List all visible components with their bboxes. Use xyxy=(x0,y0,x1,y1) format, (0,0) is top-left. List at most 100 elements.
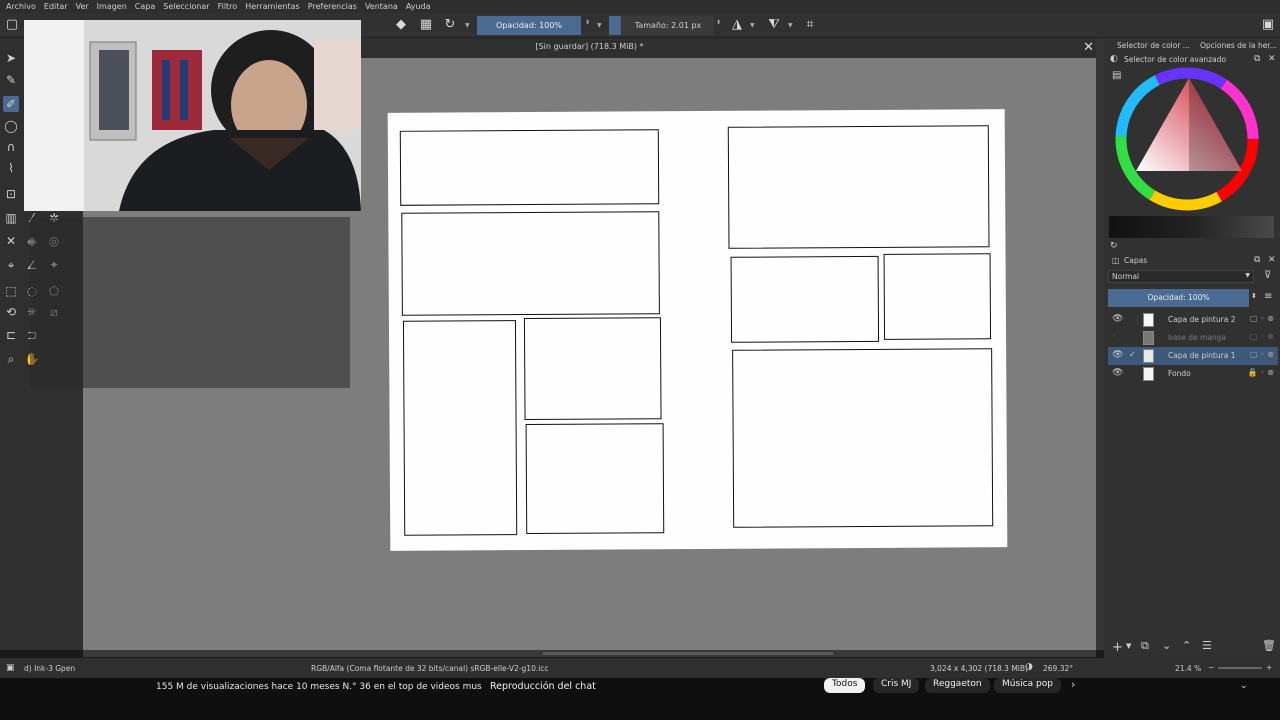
zoom-out-icon[interactable]: − xyxy=(1208,663,1214,672)
rect-select-icon[interactable]: ⬚ xyxy=(3,283,19,299)
chip-musica-pop[interactable]: Música pop xyxy=(994,678,1061,693)
float-icon[interactable]: ⧉ xyxy=(1254,255,1260,265)
freehand-brush-icon[interactable]: ✐ xyxy=(3,96,19,112)
mirror-vertical-icon[interactable]: ⧨ xyxy=(766,17,782,33)
size-slider[interactable]: Tamaño: 2.01 px xyxy=(622,16,714,35)
chevron-right-icon[interactable]: › xyxy=(1071,678,1075,691)
menu-herramientas[interactable]: Herramientas xyxy=(245,2,300,11)
pattern-tool-icon[interactable]: ✕ xyxy=(3,233,19,249)
lock-icon[interactable]: 🔒 ◦ ⊗ xyxy=(1248,368,1274,377)
chevron-down-icon[interactable]: ⌄ xyxy=(1240,681,1248,691)
layer-name[interactable]: base de manga xyxy=(1168,333,1226,342)
comic-panel xyxy=(883,253,992,340)
zoom-tool-icon[interactable]: ⌕ xyxy=(3,351,19,367)
zoom-in-icon[interactable]: + xyxy=(1266,663,1272,672)
menu-ayuda[interactable]: Ayuda xyxy=(406,2,431,11)
delete-layer-icon[interactable]: 🗑 xyxy=(1262,639,1276,652)
zoom-slider[interactable] xyxy=(1218,667,1262,669)
menu-archivo[interactable]: Archivo xyxy=(6,2,36,11)
color-history-strip[interactable] xyxy=(1109,216,1274,238)
duplicate-layer-icon[interactable]: ⧉ xyxy=(1141,639,1149,653)
blend-mode-select[interactable]: Normal ▼ xyxy=(1108,270,1254,283)
chip-reggaeton[interactable]: Reggaeton xyxy=(925,678,990,693)
chat-replay-button[interactable]: Reproducción del chat xyxy=(490,681,596,692)
move-up-icon[interactable]: ⌃ xyxy=(1182,639,1191,652)
chevron-down-icon[interactable]: ▼ xyxy=(788,22,793,29)
layer-row[interactable]: ◦ base de manga ▢ ◦ ⊗ xyxy=(1108,329,1278,347)
freehand-select-icon[interactable]: ⟲ xyxy=(3,304,19,320)
brush-preset-icon[interactable]: ▣ xyxy=(6,663,15,673)
calligraphy-icon[interactable]: ✎ xyxy=(3,72,19,88)
layer-row[interactable]: 👁 Fondo 🔒 ◦ ⊗ xyxy=(1108,365,1278,383)
move-down-icon[interactable]: ⌄ xyxy=(1162,639,1171,652)
layer-name[interactable]: Capa de pintura 1 xyxy=(1168,351,1235,360)
mirror-horizontal-icon[interactable]: ◮ xyxy=(729,17,745,33)
eye-hidden-icon[interactable]: ◦ xyxy=(1112,332,1117,342)
vertical-scrollbar[interactable] xyxy=(1096,38,1104,650)
layer-row-selected[interactable]: 👁 ✓ Capa de pintura 1 ▢ ◦ ⊗ xyxy=(1108,347,1278,365)
eraser-icon[interactable]: ◆ xyxy=(393,17,409,33)
crop-tool-icon[interactable]: ⊡ xyxy=(3,186,19,202)
gradient-tool-icon[interactable]: ▥ xyxy=(3,210,19,226)
layer-flags-icon[interactable]: ▢ ◦ ⊗ xyxy=(1250,332,1274,341)
menu-ver[interactable]: Ver xyxy=(76,2,89,11)
filter-icon[interactable]: ⊽ xyxy=(1264,270,1271,281)
menu-ventana[interactable]: Ventana xyxy=(365,2,398,11)
layer-row[interactable]: 👁 Capa de pintura 2 ▢ ◦ ⊗ xyxy=(1108,311,1278,329)
menu-imagen[interactable]: Imagen xyxy=(97,2,127,11)
layer-flags-icon[interactable]: ▢ ◦ ⊗ xyxy=(1250,350,1274,359)
menu-filtro[interactable]: Filtro xyxy=(218,2,238,11)
menu-preferencias[interactable]: Preferencias xyxy=(308,2,357,11)
new-document-icon[interactable]: ▢ xyxy=(4,17,20,33)
chip-cris-mj[interactable]: Cris MJ xyxy=(873,678,920,693)
alpha-lock-icon[interactable]: ▦ xyxy=(418,17,434,33)
docker-toggle-icon[interactable]: ▣ xyxy=(1260,17,1276,33)
layer-properties-icon[interactable]: ☰ xyxy=(1202,639,1212,652)
check-icon[interactable]: ✓ xyxy=(1129,350,1136,359)
bezier-select-icon[interactable]: ⊏ xyxy=(3,327,19,343)
float-icon[interactable]: ⧉ xyxy=(1254,54,1260,64)
layer-opacity-slider[interactable]: Opacidad: 100% xyxy=(1108,289,1249,307)
reload-preset-icon[interactable]: ↻ xyxy=(442,17,458,33)
canvas-page[interactable] xyxy=(387,109,1008,551)
close-icon[interactable]: ✕ xyxy=(1268,54,1276,64)
tab-tool-options[interactable]: Opciones de la her... xyxy=(1200,41,1277,50)
color-picker-icon[interactable]: ◐ xyxy=(1110,54,1118,64)
transform-tool-icon[interactable]: ⌖ xyxy=(3,257,19,273)
comic-panel xyxy=(523,317,662,421)
menu-capa[interactable]: Capa xyxy=(135,2,155,11)
layers-title: Capas xyxy=(1124,256,1148,265)
ellipse-tool-icon[interactable]: ◯ xyxy=(3,118,19,134)
close-icon[interactable]: ✕ xyxy=(1268,255,1276,265)
select-shapes-icon[interactable]: ➤ xyxy=(3,50,19,66)
add-layer-icon[interactable]: + xyxy=(1112,640,1123,655)
refresh-icon[interactable]: ↻ xyxy=(1110,241,1118,251)
opacity-slider[interactable]: Opacidad: 100% xyxy=(477,16,581,35)
tab-color-selector[interactable]: Selector de color ... xyxy=(1117,41,1190,50)
layer-name[interactable]: Fondo xyxy=(1168,369,1191,378)
dynamic-brush-icon[interactable]: ⌇ xyxy=(3,160,19,176)
layer-name[interactable]: Capa de pintura 2 xyxy=(1168,315,1235,324)
horizontal-scrollbar[interactable] xyxy=(83,650,1096,657)
eye-icon[interactable]: 👁 xyxy=(1112,368,1123,378)
chevron-down-icon[interactable]: ▼ xyxy=(597,22,602,29)
close-icon[interactable]: ✕ xyxy=(1083,40,1094,55)
menu-icon[interactable]: ≡ xyxy=(1264,291,1272,302)
bezier-tool-icon[interactable]: ∩ xyxy=(3,139,19,155)
eye-icon[interactable]: 👁 xyxy=(1112,314,1123,324)
opacity-stepper-icon[interactable]: ⬍ xyxy=(1251,292,1257,300)
chevron-down-icon[interactable]: ▼ xyxy=(750,22,755,29)
color-wheel[interactable] xyxy=(1114,66,1260,212)
wrap-around-icon[interactable]: ⌗ xyxy=(802,17,818,33)
zoom-value: 21.4 % xyxy=(1175,664,1202,673)
chip-todos[interactable]: Todos xyxy=(824,678,866,693)
menu-editar[interactable]: Editar xyxy=(44,2,68,11)
opacity-stepper-icon[interactable]: ⬍ xyxy=(585,19,590,26)
chevron-down-icon[interactable]: ▼ xyxy=(1126,642,1131,650)
video-views: 155 M de visualizaciones hace 10 meses N… xyxy=(156,682,482,692)
menu-seleccionar[interactable]: Seleccionar xyxy=(163,2,209,11)
eye-icon[interactable]: 👁 xyxy=(1112,350,1123,360)
layer-flags-icon[interactable]: ▢ ◦ ⊗ xyxy=(1250,314,1274,323)
size-stepper-icon[interactable]: ⬍ xyxy=(716,19,721,26)
chevron-down-icon[interactable]: ▼ xyxy=(465,22,470,29)
